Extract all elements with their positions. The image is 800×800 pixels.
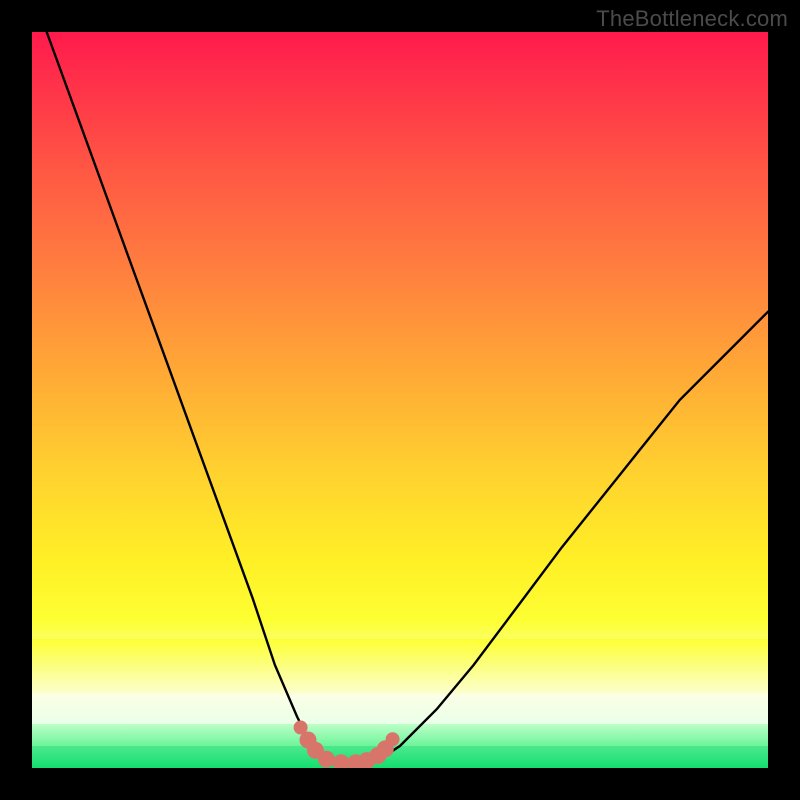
trough-dot [318,751,335,768]
watermark-text: TheBottleneck.com [596,6,788,32]
trough-dot [386,732,400,746]
trough-dot [333,754,350,768]
trough-dots [294,721,400,769]
curve-layer [32,32,768,768]
plot-area [32,32,768,768]
bottleneck-curve [47,32,768,764]
chart-frame: TheBottleneck.com [0,0,800,800]
